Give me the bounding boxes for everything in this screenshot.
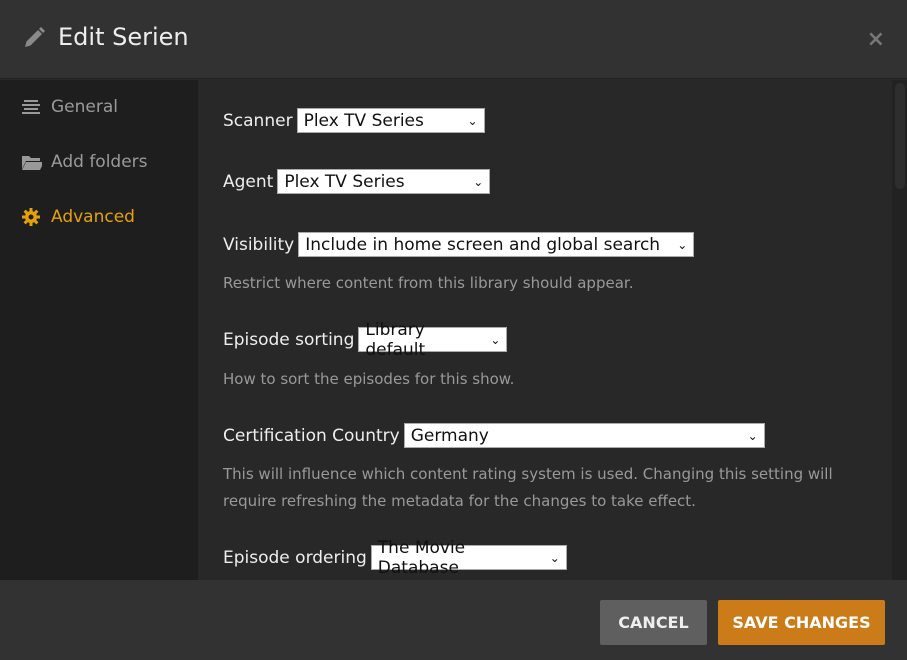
scanner-value: Plex TV Series [303, 110, 424, 131]
episode-sorting-select[interactable]: Library default ⌄ [358, 320, 508, 360]
episode-sorting-help: How to sort the episodes for this show. [223, 370, 515, 388]
sidebar-item-label: General [51, 97, 118, 117]
agent-value: Plex TV Series [284, 171, 405, 192]
chevron-down-icon: ⌄ [549, 550, 560, 565]
episode-sorting-row: Episode sorting Library default ⌄ [223, 320, 508, 360]
chevron-down-icon: ⌄ [747, 428, 758, 443]
gear-icon [22, 208, 42, 226]
episode-sorting-value: Library default [365, 319, 426, 360]
sidebar: General Add folders Advanced [0, 80, 198, 580]
sidebar-item-label: Advanced [51, 207, 135, 227]
dialog-footer: CANCEL SAVE CHANGES [0, 580, 907, 660]
advanced-settings-panel: Scanner Plex TV Series ⌄ Agent Plex TV Se… [198, 80, 892, 580]
episode-ordering-value: The Movie Database [377, 537, 466, 578]
chevron-down-icon: ⌄ [677, 237, 688, 252]
chevron-down-icon: ⌄ [473, 174, 484, 189]
sidebar-item-advanced[interactable]: Advanced [22, 207, 135, 227]
episode-ordering-label: Episode ordering [223, 547, 367, 568]
sidebar-item-general[interactable]: General [22, 97, 118, 117]
cert-country-value: Germany [410, 425, 489, 446]
close-icon[interactable]: × [867, 27, 885, 52]
episode-sorting-label: Episode sorting [223, 329, 355, 350]
episode-ordering-row: Episode ordering The Movie Database ⌄ [223, 538, 567, 578]
agent-label: Agent [223, 171, 274, 192]
scanner-select[interactable]: Plex TV Series ⌄ [296, 108, 485, 133]
episode-ordering-select[interactable]: The Movie Database ⌄ [370, 538, 567, 578]
scanner-label: Scanner [223, 110, 293, 131]
visibility-value: Include in home screen and global search [305, 234, 661, 255]
sidebar-item-add-folders[interactable]: Add folders [22, 152, 148, 172]
agent-select[interactable]: Plex TV Series ⌄ [277, 169, 491, 194]
scanner-row: Scanner Plex TV Series ⌄ [223, 108, 485, 133]
list-icon [22, 100, 42, 114]
visibility-label: Visibility [223, 234, 295, 255]
chevron-down-icon: ⌄ [490, 332, 501, 347]
cert-country-select[interactable]: Germany ⌄ [403, 423, 765, 448]
dialog-title: Edit Serien [58, 23, 189, 51]
folder-icon [22, 154, 42, 170]
visibility-help: Restrict where content from this library… [223, 274, 634, 292]
visibility-select[interactable]: Include in home screen and global search… [298, 232, 695, 257]
save-changes-button[interactable]: SAVE CHANGES [718, 600, 885, 645]
cancel-button[interactable]: CANCEL [600, 600, 707, 645]
pencil-icon [25, 27, 45, 47]
sidebar-item-label: Add folders [51, 152, 148, 172]
scrollbar-thumb[interactable] [895, 83, 905, 189]
dialog-header: Edit Serien × [0, 0, 907, 79]
agent-row: Agent Plex TV Series ⌄ [223, 169, 491, 194]
cert-country-row: Certification Country Germany ⌄ [223, 423, 765, 448]
cert-country-label: Certification Country [223, 425, 400, 446]
chevron-down-icon: ⌄ [467, 113, 478, 128]
scrollbar[interactable] [892, 80, 907, 580]
cert-country-help: This will influence which content rating… [223, 465, 833, 510]
visibility-row: Visibility Include in home screen and gl… [223, 232, 695, 257]
